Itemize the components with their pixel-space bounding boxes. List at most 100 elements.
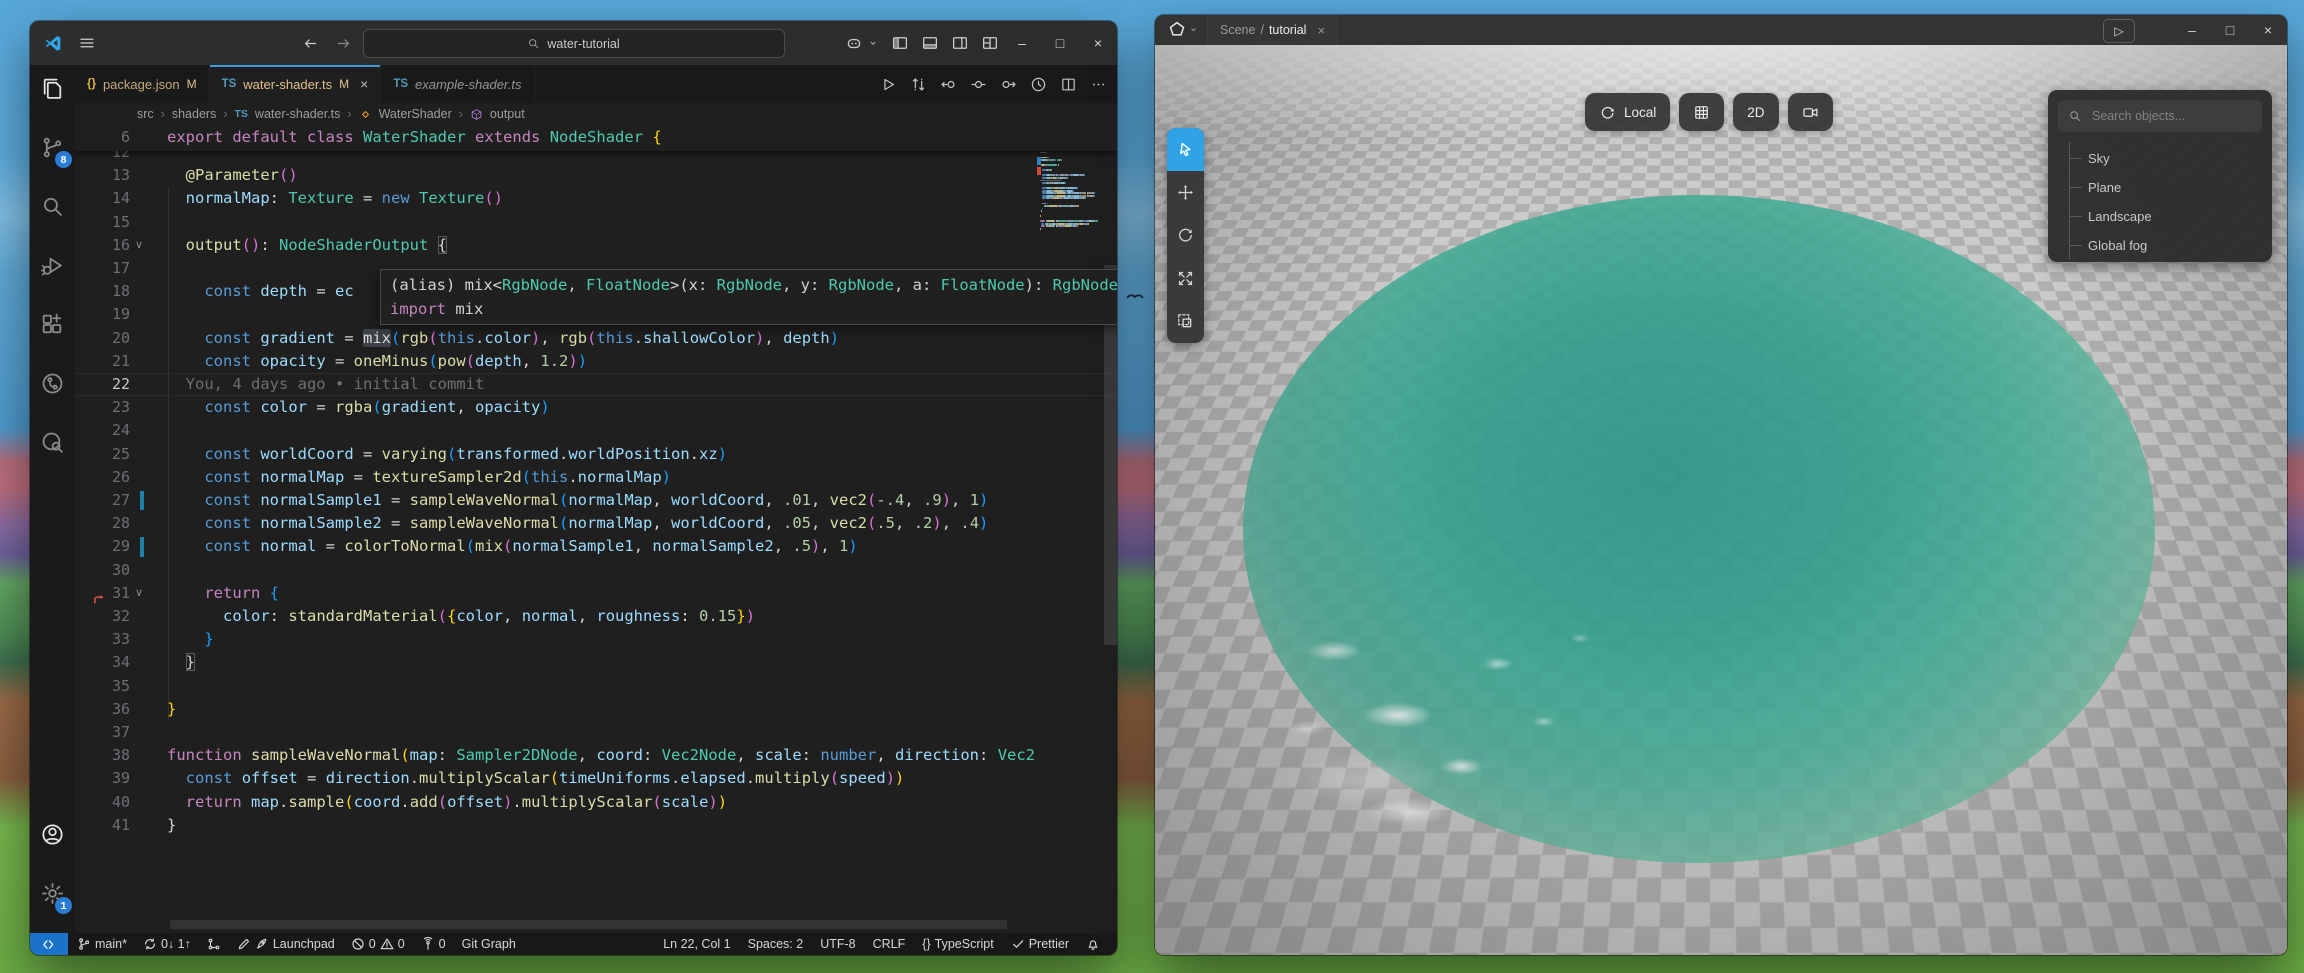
code-line-22[interactable]: 22 You, 4 days ago • initial commit [75,373,1117,396]
status-branch-main[interactable]: main* [70,933,134,955]
sidebar-item-extensions[interactable] [30,301,75,348]
tool-rotate[interactable] [1167,214,1204,257]
tool-cursor[interactable] [1167,128,1204,171]
layout-panel-icon[interactable] [921,34,939,52]
object-item-plane[interactable]: Plane [2070,173,2272,202]
code-line-38[interactable]: 38function sampleWaveNormal(map: Sampler… [75,744,1117,767]
code-line-29[interactable]: 29 const normal = colorToNormal(mix(norm… [75,535,1117,558]
status-language-mode[interactable]: {}TypeScript [915,933,1000,955]
status-ports[interactable]: 0 [414,933,453,955]
code-line-35[interactable]: 35 [75,675,1117,698]
sidebar-item-account[interactable] [30,811,75,858]
status-remote-indicator[interactable] [30,933,68,955]
code-line-33[interactable]: 33 } [75,628,1117,651]
code-line-41[interactable]: 41} [75,814,1117,837]
breadcrumb-item[interactable]: output [490,107,525,121]
code-line-24[interactable]: 24 [75,419,1117,442]
minimize-button[interactable]: – [1003,21,1041,65]
nav-forward-icon[interactable] [1000,76,1017,93]
code-line-32[interactable]: 32 color: standardMaterial({color, norma… [75,605,1117,628]
sidebar-item-source-control[interactable]: 8 [30,124,75,171]
status-sync-changes[interactable]: 0↓ 1↑ [136,933,198,955]
maximize-button[interactable]: □ [2211,15,2249,45]
sidebar-item-search[interactable] [30,183,75,230]
nav-forward-arrow-icon[interactable] [335,35,352,52]
maximize-button[interactable]: □ [1041,21,1079,65]
status-eol[interactable]: CRLF [866,933,913,955]
app-logo-icon[interactable] [1167,20,1187,40]
tab-close-icon[interactable]: × [360,76,368,92]
tab-example-shader.ts[interactable]: TSexample-shader.ts [381,65,534,103]
close-button[interactable]: × [2249,15,2287,45]
app-menu-chevron-icon[interactable] [1188,24,1199,35]
viewport-3d[interactable]: Local 2D SkyPlaneLandscapeGlobal fog [1155,45,2287,955]
sidebar-item-debug[interactable] [30,242,75,289]
code-line-20[interactable]: 20 const gradient = mix(rgb(this.color),… [75,327,1117,350]
tab-package.json[interactable]: {}package.jsonM [75,65,210,103]
play-icon[interactable] [880,76,897,93]
sticky-scroll-line[interactable]: 6export default class WaterShader extend… [75,125,1117,151]
tool-rect-select[interactable] [1167,300,1204,343]
layout-sidebar-left-icon[interactable] [891,34,909,52]
viewport-button-camera[interactable] [1788,93,1833,131]
layout-custom-icon[interactable] [981,34,999,52]
search-objects-input[interactable] [2058,100,2262,132]
sidebar-item-git-graph-circle[interactable] [30,360,75,407]
code-line-27[interactable]: 27 const normalSample1 = sampleWaveNorma… [75,489,1117,512]
viewport-button-2d[interactable]: 2D [1733,93,1778,131]
scene-tab[interactable]: Scene / tutorial × [1207,15,1338,45]
horizontal-scrollbar[interactable] [170,920,1007,929]
timeline-icon[interactable] [1030,76,1047,93]
sidebar-item-gitlens[interactable] [30,419,75,466]
minimize-button[interactable]: – [2173,15,2211,45]
code-line-15[interactable]: 15 [75,211,1117,234]
split-editor-icon[interactable] [1060,76,1077,93]
tool-scale[interactable] [1167,257,1204,300]
code-line-30[interactable]: 30 [75,559,1117,582]
viewport-button-grid[interactable] [1679,93,1724,131]
chevron-down-icon[interactable] [867,37,879,49]
status-indentation[interactable]: Spaces: 2 [741,933,811,955]
sidebar-item-gear[interactable]: 1 [30,870,75,917]
status-git-graph-label[interactable]: Git Graph [455,933,523,955]
status-problems[interactable]: 00 [344,933,412,955]
close-button[interactable]: × [1079,21,1117,65]
code-line-39[interactable]: 39 const offset = direction.multiplyScal… [75,767,1117,790]
code-line-13[interactable]: 13 @Parameter() [75,164,1117,187]
code-line-37[interactable]: 37 [75,721,1117,744]
layout-sidebar-right-icon[interactable] [951,34,969,52]
minimap[interactable] [1038,126,1102,376]
search-objects-field[interactable] [2090,108,2244,124]
code-line-21[interactable]: 21 const opacity = oneMinus(pow(depth, 1… [75,350,1117,373]
status-launchpad[interactable]: Launchpad [230,933,342,955]
copilot-icon[interactable] [845,34,863,52]
code-line-16[interactable]: 16∨ output(): NodeShaderOutput { [75,234,1117,257]
play-scene-button[interactable]: ▷ [2103,19,2135,43]
breadcrumb-item[interactable]: src [137,107,154,121]
compare-changes-icon[interactable] [910,76,927,93]
object-item-global-fog[interactable]: Global fog [2070,231,2272,260]
code-line-31[interactable]: 31∨ return { [75,582,1117,605]
tool-move[interactable] [1167,171,1204,214]
breadcrumb-item[interactable]: shaders [172,107,216,121]
fold-chevron-icon[interactable]: ∨ [135,234,143,257]
object-item-landscape[interactable]: Landscape [2070,202,2272,231]
code-editor[interactable]: 1213 @Parameter()14 normalMap: Texture =… [75,125,1117,933]
breadcrumb-item[interactable]: WaterShader [379,107,452,121]
status-git-graph-action[interactable] [200,933,228,955]
code-line-28[interactable]: 28 const normalSample2 = sampleWaveNorma… [75,512,1117,535]
status-formatter[interactable]: Prettier [1004,933,1076,955]
object-item-sky[interactable]: Sky [2070,144,2272,173]
nav-back-arrow-icon[interactable] [302,35,319,52]
fold-chevron-icon[interactable]: ∨ [135,582,143,605]
status-cursor-position[interactable]: Ln 22, Col 1 [656,933,737,955]
nav-dot-icon[interactable] [970,76,987,93]
code-line-36[interactable]: 36} [75,698,1117,721]
code-line-40[interactable]: 40 return map.sample(coord.add(offset).m… [75,791,1117,814]
code-line-14[interactable]: 14 normalMap: Texture = new Texture() [75,187,1117,210]
command-center-search[interactable]: water-tutorial [363,29,785,58]
code-line-23[interactable]: 23 const color = rgba(gradient, opacity) [75,396,1117,419]
menu-hamburger-icon[interactable] [78,34,96,52]
status-notifications[interactable] [1079,933,1107,955]
viewport-button-local[interactable]: Local [1585,93,1670,131]
